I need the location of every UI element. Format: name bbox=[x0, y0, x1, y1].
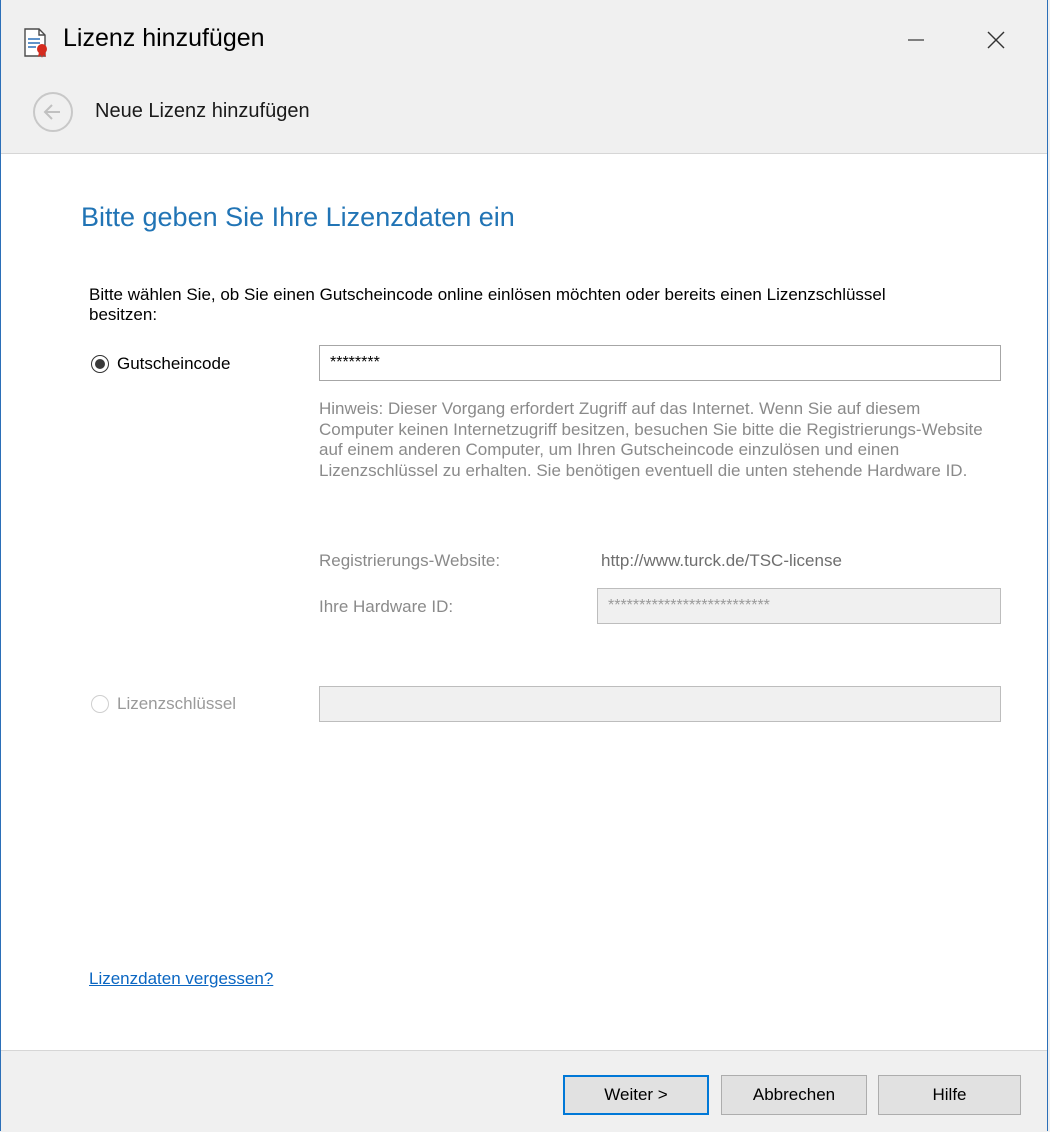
forgot-license-link[interactable]: Lizenzdaten vergessen? bbox=[89, 969, 273, 989]
cancel-button[interactable]: Abbrechen bbox=[721, 1075, 867, 1115]
registration-website-label: Registrierungs-Website: bbox=[319, 551, 501, 570]
instruction-text: Bitte wählen Sie, ob Sie einen Gutschein… bbox=[89, 285, 886, 324]
license-dialog: Lizenz hinzufügen Neue Lizenz hinzufügen… bbox=[0, 0, 1048, 1132]
wizard-header: Neue Lizenz hinzufügen bbox=[1, 88, 1047, 154]
help-button[interactable]: Hilfe bbox=[878, 1075, 1021, 1115]
minimize-button[interactable] bbox=[891, 18, 941, 62]
license-key-radio-button[interactable] bbox=[91, 695, 109, 713]
internet-hint-text: Hinweis: Dieser Vorgang erfordert Zugrif… bbox=[319, 399, 983, 480]
page-heading: Bitte geben Sie Ihre Lizenzdaten ein bbox=[81, 202, 515, 232]
registration-website-url: http://www.turck.de/TSC-license bbox=[601, 551, 842, 570]
radio-selected-dot bbox=[95, 359, 105, 369]
back-button[interactable] bbox=[33, 92, 73, 132]
license-key-radio-label: Lizenzschlüssel bbox=[117, 694, 237, 713]
voucher-code-input[interactable] bbox=[319, 345, 1001, 381]
license-document-icon bbox=[23, 28, 49, 58]
title-bar: Lizenz hinzufügen bbox=[1, 0, 1047, 88]
license-key-input[interactable] bbox=[319, 686, 1001, 722]
license-key-radio-option[interactable]: Lizenzschlüssel bbox=[91, 694, 236, 714]
close-button[interactable] bbox=[971, 18, 1021, 62]
hardware-id-label: Ihre Hardware ID: bbox=[319, 597, 454, 616]
back-arrow-icon bbox=[43, 104, 60, 120]
hardware-id-field bbox=[597, 588, 1001, 624]
window-title: Lizenz hinzufügen bbox=[63, 24, 265, 52]
wizard-step-title: Neue Lizenz hinzufügen bbox=[95, 100, 310, 122]
button-bar: Weiter > Abbrechen Hilfe bbox=[1, 1050, 1047, 1132]
content-panel: Bitte geben Sie Ihre Lizenzdaten ein Bit… bbox=[1, 154, 1047, 1050]
close-icon bbox=[987, 31, 1005, 49]
next-button[interactable]: Weiter > bbox=[563, 1075, 709, 1115]
voucher-radio-option[interactable]: Gutscheincode bbox=[91, 354, 230, 374]
voucher-radio-button[interactable] bbox=[91, 355, 109, 373]
voucher-radio-label: Gutscheincode bbox=[117, 354, 231, 373]
minimize-icon bbox=[908, 39, 924, 41]
